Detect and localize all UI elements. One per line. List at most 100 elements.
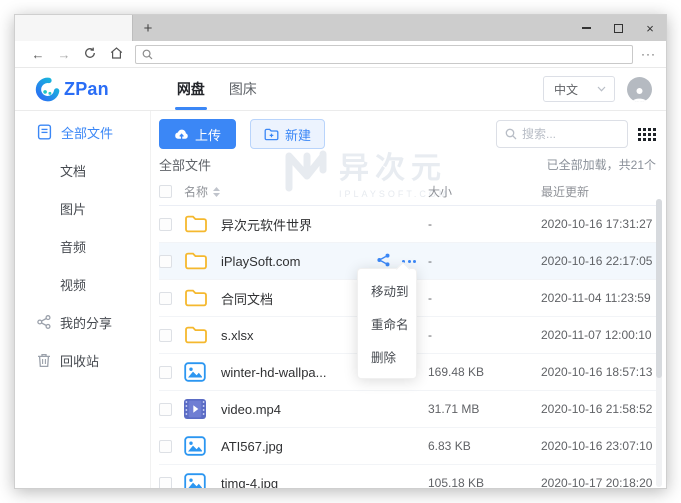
table-row[interactable]: 异次元软件世界 -2020-10-16 17:31:27 [159, 206, 656, 243]
upload-button[interactable]: 上传 [159, 119, 236, 149]
file-name[interactable]: 合同文档 [221, 289, 273, 308]
search-input[interactable] [522, 127, 612, 141]
tab-imagebed[interactable]: 图床 [217, 68, 269, 110]
file-name[interactable]: winter-hd-wallpa... [221, 365, 327, 380]
file-icon [37, 124, 52, 140]
app-tabs: 网盘 图床 [165, 68, 269, 110]
file-updated: 2020-11-07 12:00:10 [541, 328, 656, 342]
row-checkbox[interactable] [159, 292, 172, 305]
row-checkbox[interactable] [159, 218, 172, 231]
file-size: - [428, 217, 541, 231]
cloud-upload-icon [174, 128, 189, 140]
maximize-icon [614, 24, 623, 33]
logo-text: ZPan [64, 79, 109, 100]
file-updated: 2020-10-16 17:31:27 [541, 217, 656, 231]
sort-icon[interactable] [213, 187, 220, 197]
file-name[interactable]: ATI567.jpg [221, 439, 283, 454]
language-select[interactable]: 中文 [543, 76, 615, 102]
file-updated: 2020-10-16 23:07:10 [541, 439, 656, 453]
file-name[interactable]: timg-4.jpg [221, 476, 278, 489]
file-name[interactable]: video.mp4 [221, 402, 281, 417]
share-icon [376, 253, 391, 267]
sidebar-item-pictures[interactable]: 图片 [15, 189, 150, 227]
column-header-name[interactable]: 名称 [184, 183, 208, 200]
row-checkbox[interactable] [159, 329, 172, 342]
chevron-down-icon [597, 86, 606, 92]
select-all-checkbox[interactable] [159, 185, 172, 198]
sidebar-item-my-shares[interactable]: 我的分享 [15, 303, 150, 341]
breadcrumb[interactable]: 全部文件 [159, 155, 211, 174]
row-checkbox[interactable] [159, 366, 172, 379]
menu-item-delete[interactable]: 删除 [358, 340, 416, 373]
refresh-button[interactable] [77, 47, 103, 62]
folder-icon [184, 288, 208, 308]
table-row[interactable]: video.mp431.71 MB2020-10-16 21:58:52 [159, 391, 656, 428]
image-file-icon [184, 473, 206, 488]
sidebar-item-label: 视频 [60, 275, 86, 294]
grid-view-button[interactable] [638, 128, 656, 141]
new-folder-icon [264, 128, 279, 141]
maximize-button[interactable] [602, 15, 634, 41]
file-updated: 2020-10-16 22:17:05 [541, 254, 656, 268]
plus-icon: + [144, 20, 153, 37]
toolbar: 上传 新建 [159, 119, 656, 149]
sidebar-item-label: 我的分享 [60, 313, 112, 332]
zpan-logo[interactable]: ZPan [35, 77, 109, 102]
sidebar: 全部文件 文档 图片 音频 视频 我的分享 回收站 [15, 111, 151, 488]
column-header-size[interactable]: 大小 [428, 183, 541, 200]
new-tab-button[interactable]: + [133, 15, 163, 41]
scrollbar-thumb[interactable] [656, 199, 662, 378]
share-icon [37, 315, 51, 329]
folder-icon [184, 325, 208, 345]
trash-icon [37, 353, 51, 368]
sidebar-item-recycle-bin[interactable]: 回收站 [15, 341, 150, 379]
context-menu: 移动到 重命名 删除 [357, 268, 417, 379]
sidebar-item-video[interactable]: 视频 [15, 265, 150, 303]
file-name[interactable]: s.xlsx [221, 328, 254, 343]
search-box[interactable] [496, 120, 628, 148]
file-size: - [428, 328, 541, 342]
forward-button[interactable]: → [51, 47, 77, 62]
home-icon [110, 47, 123, 59]
sidebar-item-audio[interactable]: 音频 [15, 227, 150, 265]
table-row[interactable]: ATI567.jpg 6.83 KB2020-10-16 23:07:10 [159, 428, 656, 465]
browser-menu-button[interactable]: ··· [641, 47, 656, 61]
scrollbar[interactable] [656, 199, 662, 487]
sidebar-item-label: 全部文件 [61, 123, 113, 142]
search-icon [505, 128, 517, 140]
browser-nav-bar: ← → ··· [15, 41, 666, 68]
file-name[interactable]: 异次元软件世界 [221, 215, 312, 234]
file-size: 6.83 KB [428, 439, 541, 453]
file-size: - [428, 291, 541, 305]
row-checkbox[interactable] [159, 403, 172, 416]
menu-item-rename[interactable]: 重命名 [358, 307, 416, 340]
back-button[interactable]: ← [25, 47, 51, 62]
sidebar-item-all-files[interactable]: 全部文件 [15, 113, 150, 151]
row-checkbox[interactable] [159, 440, 172, 453]
load-status: 已全部加载，共21个 [547, 156, 656, 173]
new-folder-button-label: 新建 [285, 125, 311, 144]
row-checkbox[interactable] [159, 477, 172, 489]
tab-bar-spacer [163, 15, 570, 41]
app-header: ZPan 网盘 图床 中文 [15, 68, 666, 111]
new-folder-button[interactable]: 新建 [250, 119, 325, 149]
minimize-button[interactable] [570, 15, 602, 41]
home-button[interactable] [103, 47, 129, 62]
column-header-updated[interactable]: 最近更新 [541, 183, 656, 200]
close-button[interactable]: × [634, 15, 666, 41]
address-bar[interactable] [135, 45, 633, 64]
file-size: 169.48 KB [428, 365, 541, 379]
browser-tab[interactable] [15, 15, 133, 41]
tab-netdisk[interactable]: 网盘 [165, 68, 217, 110]
file-name[interactable]: iPlaySoft.com [221, 254, 300, 269]
avatar[interactable] [627, 77, 652, 102]
share-file-button[interactable] [376, 253, 391, 270]
address-input[interactable] [158, 48, 626, 60]
menu-item-move[interactable]: 移动到 [358, 274, 416, 307]
table-row[interactable]: timg-4.jpg105.18 KB2020-10-17 20:18:20 [159, 465, 656, 488]
row-checkbox[interactable] [159, 255, 172, 268]
search-icon [142, 49, 153, 60]
file-updated: 2020-10-16 21:58:52 [541, 402, 656, 416]
sidebar-item-documents[interactable]: 文档 [15, 151, 150, 189]
file-size: - [428, 254, 541, 268]
